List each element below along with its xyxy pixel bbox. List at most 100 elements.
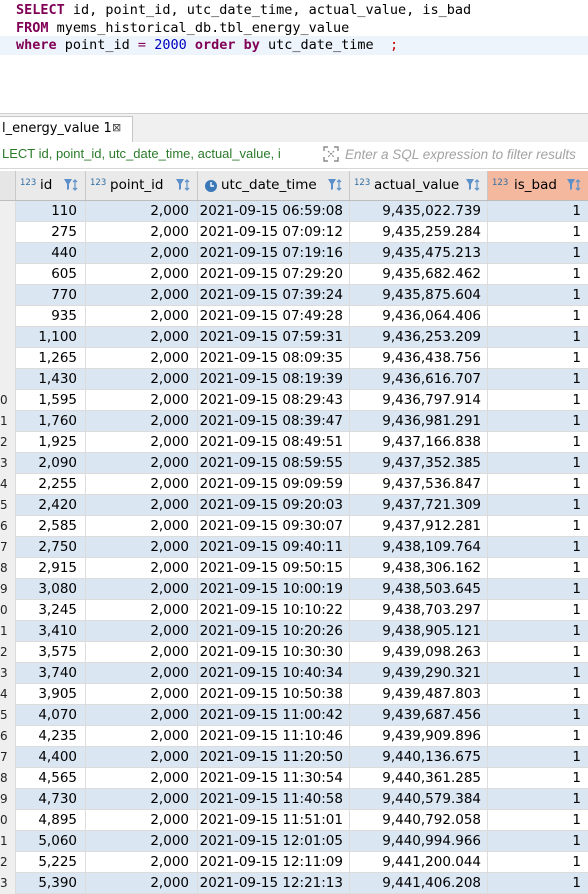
cell-utc-date-time[interactable]: 2021-09-15 11:00:42: [198, 705, 350, 726]
cell-point-id[interactable]: 2,000: [86, 285, 198, 306]
cell-actual-value[interactable]: 9,436,253.209: [350, 327, 488, 348]
sort-filter-icon[interactable]: [465, 177, 481, 193]
cell-point-id[interactable]: 2,000: [86, 453, 198, 474]
table-row[interactable]: 5 4,070 2,000 2021-09-15 11:00:42 9,439,687.…: [0, 705, 588, 726]
cell-point-id[interactable]: 2,000: [86, 348, 198, 369]
cell-actual-value[interactable]: 9,439,098.263: [350, 642, 488, 663]
cell-point-id[interactable]: 2,000: [86, 264, 198, 285]
cell-actual-value[interactable]: 9,436,438.756: [350, 348, 488, 369]
cell-id[interactable]: 1,760: [16, 411, 86, 432]
cell-actual-value[interactable]: 9,435,475.213: [350, 243, 488, 264]
cell-is-bad[interactable]: 1: [488, 264, 588, 285]
result-tab[interactable]: l_energy_value 1 ⊠: [0, 116, 133, 142]
cell-utc-date-time[interactable]: 2021-09-15 12:21:13: [198, 873, 350, 894]
cell-point-id[interactable]: 2,000: [86, 516, 198, 537]
cell-point-id[interactable]: 2,000: [86, 243, 198, 264]
cell-utc-date-time[interactable]: 2021-09-15 11:51:01: [198, 810, 350, 831]
cell-actual-value[interactable]: 9,438,306.162: [350, 558, 488, 579]
table-row[interactable]: 1,430 2,000 2021-09-15 08:19:39 9,436,616.7…: [0, 369, 588, 390]
cell-actual-value[interactable]: 9,436,616.707: [350, 369, 488, 390]
table-row[interactable]: 6 4,235 2,000 2021-09-15 11:10:46 9,439,909.…: [0, 726, 588, 747]
cell-point-id[interactable]: 2,000: [86, 747, 198, 768]
cell-id[interactable]: 1,925: [16, 432, 86, 453]
cell-actual-value[interactable]: 9,440,792.058: [350, 810, 488, 831]
cell-id[interactable]: 1,430: [16, 369, 86, 390]
table-row[interactable]: 0 4,895 2,000 2021-09-15 11:51:01 9,440,792.…: [0, 810, 588, 831]
cell-point-id[interactable]: 2,000: [86, 663, 198, 684]
cell-id[interactable]: 2,750: [16, 537, 86, 558]
cell-point-id[interactable]: 2,000: [86, 810, 198, 831]
sort-filter-icon[interactable]: [566, 177, 582, 193]
table-row[interactable]: 275 2,000 2021-09-15 07:09:12 9,435,259.284…: [0, 222, 588, 243]
cell-is-bad[interactable]: 1: [488, 747, 588, 768]
cell-actual-value[interactable]: 9,437,166.838: [350, 432, 488, 453]
cell-actual-value[interactable]: 9,440,136.675: [350, 747, 488, 768]
cell-point-id[interactable]: 2,000: [86, 474, 198, 495]
cell-is-bad[interactable]: 1: [488, 873, 588, 894]
cell-id[interactable]: 3,575: [16, 642, 86, 663]
cell-point-id[interactable]: 2,000: [86, 852, 198, 873]
cell-is-bad[interactable]: 1: [488, 474, 588, 495]
cell-is-bad[interactable]: 1: [488, 558, 588, 579]
cell-utc-date-time[interactable]: 2021-09-15 10:30:30: [198, 642, 350, 663]
table-row[interactable]: 3 2,090 2,000 2021-09-15 08:59:55 9,437,352.…: [0, 453, 588, 474]
cell-id[interactable]: 110: [16, 201, 86, 222]
cell-point-id[interactable]: 2,000: [86, 327, 198, 348]
table-row[interactable]: 8 2,915 2,000 2021-09-15 09:50:15 9,438,306.…: [0, 558, 588, 579]
cell-utc-date-time[interactable]: 2021-09-15 11:40:58: [198, 789, 350, 810]
table-row[interactable]: 6 2,585 2,000 2021-09-15 09:30:07 9,437,912.…: [0, 516, 588, 537]
cell-actual-value[interactable]: 9,436,981.291: [350, 411, 488, 432]
table-row[interactable]: 440 2,000 2021-09-15 07:19:16 9,435,475.213…: [0, 243, 588, 264]
cell-id[interactable]: 605: [16, 264, 86, 285]
table-row[interactable]: 0 3,245 2,000 2021-09-15 10:10:22 9,438,703.…: [0, 600, 588, 621]
cell-point-id[interactable]: 2,000: [86, 306, 198, 327]
cell-point-id[interactable]: 2,000: [86, 831, 198, 852]
cell-is-bad[interactable]: 1: [488, 432, 588, 453]
table-row[interactable]: 2 1,925 2,000 2021-09-15 08:49:51 9,437,166.…: [0, 432, 588, 453]
cell-id[interactable]: 3,740: [16, 663, 86, 684]
sort-filter-icon[interactable]: [63, 177, 79, 193]
cell-utc-date-time[interactable]: 2021-09-15 08:39:47: [198, 411, 350, 432]
cell-utc-date-time[interactable]: 2021-09-15 07:09:12: [198, 222, 350, 243]
cell-is-bad[interactable]: 1: [488, 642, 588, 663]
table-row[interactable]: 8 4,565 2,000 2021-09-15 11:30:54 9,440,361.…: [0, 768, 588, 789]
cell-id[interactable]: 3,080: [16, 579, 86, 600]
cell-is-bad[interactable]: 1: [488, 516, 588, 537]
cell-point-id[interactable]: 2,000: [86, 579, 198, 600]
cell-actual-value[interactable]: 9,435,875.604: [350, 285, 488, 306]
cell-utc-date-time[interactable]: 2021-09-15 11:30:54: [198, 768, 350, 789]
column-header-utc-date-time[interactable]: utc_date_time: [198, 171, 350, 200]
cell-point-id[interactable]: 2,000: [86, 789, 198, 810]
cell-id[interactable]: 1,595: [16, 390, 86, 411]
cell-point-id[interactable]: 2,000: [86, 390, 198, 411]
table-row[interactable]: 605 2,000 2021-09-15 07:29:20 9,435,682.462…: [0, 264, 588, 285]
cell-point-id[interactable]: 2,000: [86, 558, 198, 579]
cell-is-bad[interactable]: 1: [488, 579, 588, 600]
cell-utc-date-time[interactable]: 2021-09-15 08:29:43: [198, 390, 350, 411]
cell-is-bad[interactable]: 1: [488, 201, 588, 222]
cell-point-id[interactable]: 2,000: [86, 201, 198, 222]
cell-id[interactable]: 275: [16, 222, 86, 243]
table-row[interactable]: 7 2,750 2,000 2021-09-15 09:40:11 9,438,109.…: [0, 537, 588, 558]
cell-utc-date-time[interactable]: 2021-09-15 09:40:11: [198, 537, 350, 558]
cell-actual-value[interactable]: 9,435,682.462: [350, 264, 488, 285]
cell-actual-value[interactable]: 9,437,536.847: [350, 474, 488, 495]
cell-is-bad[interactable]: 1: [488, 537, 588, 558]
cell-actual-value[interactable]: 9,439,290.321: [350, 663, 488, 684]
cell-is-bad[interactable]: 1: [488, 390, 588, 411]
cell-is-bad[interactable]: 1: [488, 327, 588, 348]
cell-id[interactable]: 4,730: [16, 789, 86, 810]
cell-is-bad[interactable]: 1: [488, 285, 588, 306]
cell-id[interactable]: 935: [16, 306, 86, 327]
cell-is-bad[interactable]: 1: [488, 663, 588, 684]
table-row[interactable]: 1 5,060 2,000 2021-09-15 12:01:05 9,440,994.…: [0, 831, 588, 852]
cell-is-bad[interactable]: 1: [488, 411, 588, 432]
column-header-actual-value[interactable]: 123 actual_value: [350, 171, 488, 200]
cell-actual-value[interactable]: 9,436,064.406: [350, 306, 488, 327]
cell-utc-date-time[interactable]: 2021-09-15 09:09:59: [198, 474, 350, 495]
cell-id[interactable]: 2,420: [16, 495, 86, 516]
cell-utc-date-time[interactable]: 2021-09-15 10:10:22: [198, 600, 350, 621]
cell-id[interactable]: 3,410: [16, 621, 86, 642]
table-row[interactable]: 2 5,225 2,000 2021-09-15 12:11:09 9,441,200.…: [0, 852, 588, 873]
cell-point-id[interactable]: 2,000: [86, 411, 198, 432]
